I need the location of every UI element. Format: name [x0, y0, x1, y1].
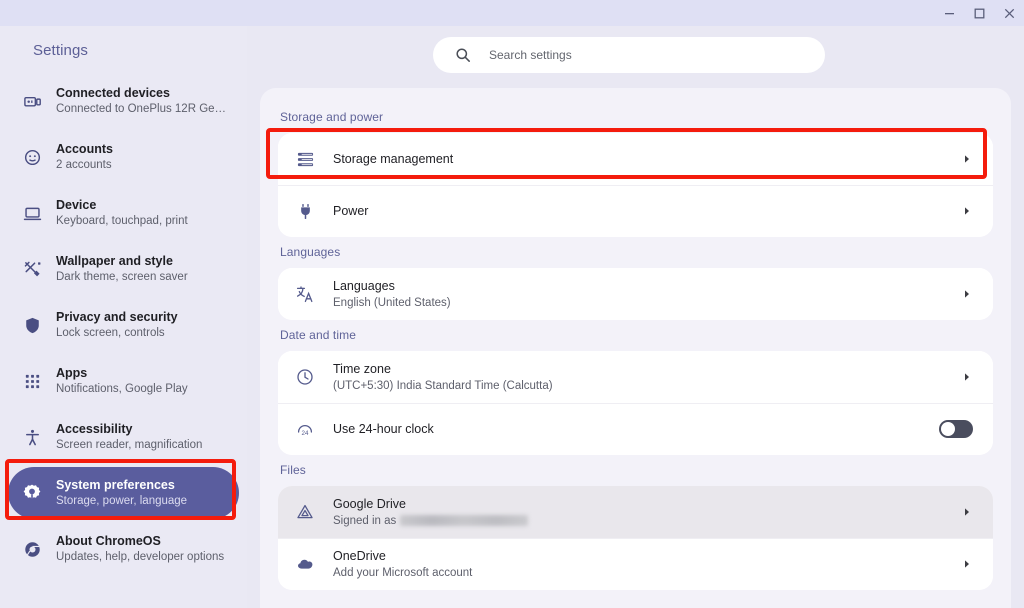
sidebar-item-sublabel: Dark theme, screen saver — [56, 270, 188, 283]
sidebar-item-sublabel: Keyboard, touchpad, print — [56, 214, 188, 227]
svg-text:24: 24 — [302, 430, 309, 437]
device-icon — [22, 203, 42, 223]
section-heading-files: Files — [280, 463, 306, 477]
close-icon[interactable] — [994, 0, 1024, 26]
main-content: Storage and power Storage management Pow… — [247, 88, 1024, 608]
chevron-right-icon — [961, 558, 973, 570]
search-placeholder: Search settings — [489, 48, 572, 62]
sidebar-item-connected-devices[interactable]: Connected devices Connected to OnePlus 1… — [8, 75, 239, 127]
sidebar-item-label: About ChromeOS — [56, 533, 161, 548]
sidebar-item-sublabel: Screen reader, magnification — [56, 438, 203, 451]
sidebar-item-label: Apps — [56, 365, 88, 380]
sidebar-item-label: Device — [56, 197, 97, 212]
settings-group-date-and-time: Time zone (UTC+5:30) India Standard Time… — [278, 351, 993, 455]
row-google-drive[interactable]: Google Drive Signed in as — [278, 486, 993, 538]
row-subtitle: English (United States) — [333, 296, 451, 309]
minimize-icon[interactable] — [934, 0, 964, 26]
sidebar-item-sublabel: Lock screen, controls — [56, 326, 165, 339]
settings-group-languages: Languages English (United States) — [278, 268, 993, 320]
connected-devices-icon — [22, 91, 42, 111]
sidebar-item-device[interactable]: Device Keyboard, touchpad, print — [8, 187, 239, 239]
sidebar-item-sublabel: Storage, power, language — [56, 494, 188, 507]
window-titlebar — [0, 0, 1024, 26]
sidebar-item-label: Connected devices — [56, 85, 170, 100]
wallpaper-style-icon — [22, 259, 42, 279]
sidebar-item-system-preferences[interactable]: System preferences Storage, power, langu… — [8, 467, 239, 519]
toggle-use-24-hour-clock[interactable] — [939, 420, 973, 438]
accounts-icon — [22, 147, 42, 167]
row-onedrive[interactable]: OneDrive Add your Microsoft account — [278, 538, 993, 590]
chevron-right-icon — [961, 371, 973, 383]
google-drive-icon — [295, 502, 315, 522]
sidebar-item-label: Wallpaper and style — [56, 253, 173, 268]
settings-window: Settings Connected devices Connected to … — [0, 0, 1024, 608]
row-title: Languages — [333, 278, 395, 293]
row-subtitle: Add your Microsoft account — [333, 566, 473, 579]
storage-icon — [295, 149, 315, 169]
chevron-right-icon — [961, 153, 973, 165]
toggle-knob — [941, 422, 955, 436]
search-icon — [455, 47, 471, 63]
row-title: Time zone — [333, 361, 391, 376]
clock-icon — [295, 367, 315, 387]
chevron-right-icon — [961, 506, 973, 518]
row-title: Google Drive — [333, 496, 406, 511]
sidebar-item-accessibility[interactable]: Accessibility Screen reader, magnificati… — [8, 411, 239, 463]
sidebar-item-sublabel: Connected to OnePlus 12R Gens... — [56, 102, 227, 115]
apps-icon — [22, 371, 42, 391]
section-heading-date-and-time: Date and time — [280, 328, 357, 342]
privacy-security-icon — [22, 315, 42, 335]
sidebar-item-sublabel: Notifications, Google Play — [56, 382, 188, 395]
row-subtitle: Signed in as — [333, 513, 943, 529]
sidebar-item-sublabel: Updates, help, developer options — [56, 550, 225, 563]
chevron-right-icon — [961, 288, 973, 300]
chevron-right-icon — [961, 205, 973, 217]
section-heading-languages: Languages — [280, 245, 341, 259]
redacted-account-email — [400, 515, 529, 526]
sidebar-item-accounts[interactable]: Accounts 2 accounts — [8, 131, 239, 183]
power-plug-icon — [295, 201, 315, 221]
maximize-icon[interactable] — [964, 0, 994, 26]
section-heading-storage-and-power: Storage and power — [280, 110, 384, 124]
clock-24h-icon: 24 — [295, 419, 315, 439]
sidebar-item-label: System preferences — [56, 477, 175, 492]
accessibility-icon — [22, 427, 42, 447]
row-title: Use 24-hour clock — [333, 422, 434, 436]
settings-group-files: Google Drive Signed in as OneDrive Add y… — [278, 486, 993, 590]
sidebar-item-privacy-and-security[interactable]: Privacy and security Lock screen, contro… — [8, 299, 239, 351]
sidebar-item-about-chromeos[interactable]: About ChromeOS Updates, help, developer … — [8, 523, 239, 575]
settings-panel: Storage and power Storage management Pow… — [260, 88, 1011, 608]
page-title: Settings — [33, 42, 88, 59]
translate-icon — [295, 284, 315, 304]
row-use-24-hour-clock[interactable]: 24 Use 24-hour clock — [278, 403, 993, 455]
row-storage-management[interactable]: Storage management — [278, 133, 993, 185]
row-languages[interactable]: Languages English (United States) — [278, 268, 993, 320]
row-power[interactable]: Power — [278, 185, 993, 237]
about-chromeos-icon — [22, 539, 42, 559]
system-preferences-icon — [22, 483, 42, 503]
sidebar-nav: Connected devices Connected to OnePlus 1… — [0, 75, 247, 575]
settings-group-storage-and-power: Storage management Power — [278, 133, 993, 237]
row-time-zone[interactable]: Time zone (UTC+5:30) India Standard Time… — [278, 351, 993, 403]
sidebar-item-wallpaper-and-style[interactable]: Wallpaper and style Dark theme, screen s… — [8, 243, 239, 295]
sidebar-item-label: Privacy and security — [56, 309, 178, 324]
row-title: Power — [333, 204, 369, 218]
onedrive-icon — [295, 554, 315, 574]
row-title: Storage management — [333, 152, 454, 166]
sidebar-item-label: Accounts — [56, 141, 113, 156]
row-title: OneDrive — [333, 548, 386, 563]
sidebar-item-sublabel: 2 accounts — [56, 158, 112, 171]
row-subtitle: (UTC+5:30) India Standard Time (Calcutta… — [333, 379, 553, 392]
sidebar-item-apps[interactable]: Apps Notifications, Google Play — [8, 355, 239, 407]
search-input[interactable]: Search settings — [433, 37, 825, 73]
sidebar: Settings Connected devices Connected to … — [0, 26, 247, 608]
sidebar-item-label: Accessibility — [56, 421, 133, 436]
